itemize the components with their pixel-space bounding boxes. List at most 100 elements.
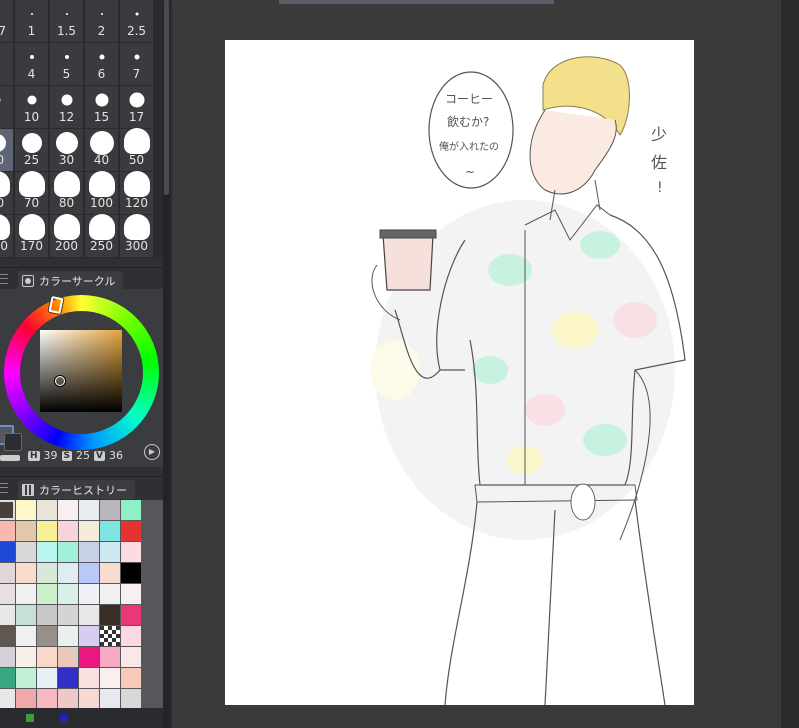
- brush-size-200[interactable]: 200: [50, 214, 84, 258]
- history-color-swatch[interactable]: [16, 584, 36, 604]
- brush-size-1-5[interactable]: 1.5: [50, 0, 84, 43]
- brush-size-8[interactable]: 8: [0, 86, 14, 129]
- brush-size-70[interactable]: 70: [15, 171, 49, 215]
- history-color-swatch[interactable]: [37, 584, 57, 604]
- history-color-swatch[interactable]: [58, 584, 78, 604]
- brush-size-0-7[interactable]: 0.7: [0, 0, 14, 43]
- history-color-swatch[interactable]: [121, 626, 141, 646]
- brush-size-120[interactable]: 120: [120, 171, 154, 215]
- brush-size-80[interactable]: 80: [50, 171, 84, 215]
- history-color-swatch[interactable]: [79, 500, 99, 520]
- history-color-swatch[interactable]: [0, 542, 15, 562]
- sv-cursor[interactable]: [55, 376, 65, 386]
- history-color-swatch[interactable]: [79, 689, 99, 709]
- brush-size-2-5[interactable]: 2.5: [120, 0, 154, 43]
- history-color-swatch[interactable]: [58, 689, 78, 709]
- history-color-swatch[interactable]: [79, 668, 99, 688]
- brush-size-3[interactable]: 3: [0, 43, 14, 86]
- right-scrollbar[interactable]: [781, 0, 799, 728]
- history-color-swatch[interactable]: [58, 500, 78, 520]
- color-mode-switch-icon[interactable]: ▶: [144, 444, 160, 460]
- horizontal-scroll-thumb[interactable]: [279, 0, 554, 4]
- history-color-swatch[interactable]: [0, 521, 15, 541]
- brush-size-50[interactable]: 50: [120, 128, 154, 172]
- history-color-swatch[interactable]: [79, 647, 99, 667]
- history-color-swatch[interactable]: [0, 626, 15, 646]
- history-color-swatch[interactable]: [79, 542, 99, 562]
- sub-color-swatch[interactable]: [4, 433, 22, 451]
- brush-size-30[interactable]: 30: [50, 129, 84, 172]
- history-color-swatch[interactable]: [58, 668, 78, 688]
- canvas-paper[interactable]: コーヒー 飲むか? 俺が入れたの ~ 少 佐 !: [225, 40, 694, 705]
- panel-menu-icon[interactable]: [0, 274, 8, 284]
- history-color-swatch[interactable]: [37, 563, 57, 583]
- history-color-swatch[interactable]: [58, 605, 78, 625]
- history-color-swatch[interactable]: [37, 500, 57, 520]
- history-color-swatch[interactable]: [16, 500, 36, 520]
- brush-size-20[interactable]: 20: [0, 129, 14, 172]
- brush-size-250[interactable]: 250: [85, 214, 119, 258]
- history-color-swatch[interactable]: [58, 542, 78, 562]
- history-color-swatch[interactable]: [0, 668, 15, 688]
- history-color-swatch[interactable]: [100, 563, 120, 583]
- history-color-swatch[interactable]: [0, 647, 15, 667]
- history-color-swatch[interactable]: [37, 605, 57, 625]
- history-color-swatch[interactable]: [58, 647, 78, 667]
- history-color-swatch[interactable]: [100, 521, 120, 541]
- history-color-swatch[interactable]: [37, 626, 57, 646]
- history-color-swatch[interactable]: [0, 563, 15, 583]
- bottom-swatch-green[interactable]: [26, 714, 34, 722]
- history-color-swatch[interactable]: [79, 584, 99, 604]
- brush-size-15[interactable]: 15: [85, 86, 119, 129]
- panel-menu-icon[interactable]: [0, 483, 8, 493]
- history-color-swatch[interactable]: [16, 521, 36, 541]
- history-color-swatch[interactable]: [16, 605, 36, 625]
- history-color-swatch[interactable]: [0, 689, 15, 709]
- history-color-swatch[interactable]: [16, 647, 36, 667]
- history-color-swatch[interactable]: [100, 605, 120, 625]
- tab-color-circle[interactable]: カラーサークル: [18, 271, 124, 290]
- brush-size-100[interactable]: 100: [85, 171, 119, 215]
- history-color-swatch[interactable]: [100, 668, 120, 688]
- history-color-swatch[interactable]: [16, 542, 36, 562]
- history-color-swatch[interactable]: [37, 668, 57, 688]
- brush-size-17[interactable]: 17: [120, 86, 154, 129]
- history-color-swatch[interactable]: [121, 500, 141, 520]
- history-color-swatch[interactable]: [37, 521, 57, 541]
- brush-size-2[interactable]: 2: [85, 0, 119, 43]
- brush-size-150[interactable]: 150: [0, 214, 14, 258]
- history-color-swatch[interactable]: [0, 500, 15, 520]
- history-color-swatch[interactable]: [121, 668, 141, 688]
- history-color-swatch[interactable]: [58, 521, 78, 541]
- history-color-swatch[interactable]: [58, 563, 78, 583]
- history-color-swatch[interactable]: [79, 605, 99, 625]
- history-color-swatch[interactable]: [100, 542, 120, 562]
- brush-size-60[interactable]: 60: [0, 171, 14, 215]
- brush-size-1[interactable]: 1: [15, 0, 49, 43]
- history-color-swatch[interactable]: [16, 626, 36, 646]
- history-color-swatch[interactable]: [16, 668, 36, 688]
- history-color-swatch[interactable]: [121, 563, 141, 583]
- brush-size-25[interactable]: 25: [15, 129, 49, 172]
- brush-size-12[interactable]: 12: [50, 86, 84, 129]
- history-color-swatch[interactable]: [37, 647, 57, 667]
- tab-color-history[interactable]: カラーヒストリー: [18, 480, 135, 499]
- history-color-swatch[interactable]: [0, 584, 15, 604]
- brush-size-4[interactable]: 4: [15, 43, 49, 86]
- history-color-swatch[interactable]: [121, 584, 141, 604]
- brush-size-40[interactable]: 40: [85, 129, 119, 172]
- history-color-swatch[interactable]: [100, 647, 120, 667]
- history-color-swatch[interactable]: [121, 689, 141, 709]
- transparent-color-toggle[interactable]: [0, 455, 20, 461]
- bottom-swatch-blue[interactable]: [60, 714, 68, 722]
- brush-size-6[interactable]: 6: [85, 43, 119, 86]
- history-color-swatch[interactable]: [100, 626, 120, 646]
- history-color-swatch[interactable]: [79, 521, 99, 541]
- left-panel-scroll-thumb[interactable]: [164, 0, 169, 195]
- history-color-swatch[interactable]: [100, 500, 120, 520]
- history-color-swatch[interactable]: [58, 626, 78, 646]
- brush-size-170[interactable]: 170: [15, 214, 49, 258]
- history-color-swatch[interactable]: [79, 563, 99, 583]
- history-color-swatch[interactable]: [121, 605, 141, 625]
- history-color-swatch[interactable]: [121, 647, 141, 667]
